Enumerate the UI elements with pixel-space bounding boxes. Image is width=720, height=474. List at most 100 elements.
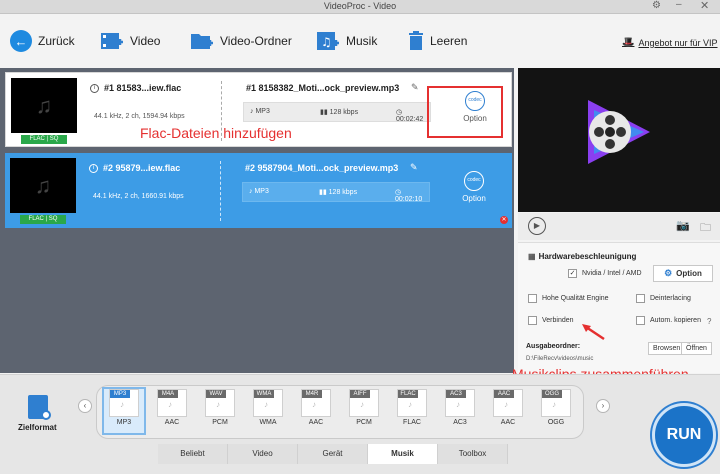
- annotation-arrow-icon: [582, 324, 605, 341]
- audio-file-icon: M4A ♪: [157, 389, 187, 417]
- vip-offer-label: Angebot nur für VIP: [638, 37, 718, 48]
- audio-file-icon: OGG ♪: [541, 389, 571, 417]
- clock-icon: ◷: [395, 189, 402, 196]
- settings-panel: ▦ Hardwarebeschleunigung ✓ Nvidia / Intel…: [518, 242, 720, 373]
- music-thumbnail: ♫: [11, 78, 77, 133]
- hw-vendor-checkbox[interactable]: ✓ Nvidia / Intel / AMD: [568, 269, 642, 278]
- chip-icon: ▦: [528, 252, 536, 261]
- back-button[interactable]: ← Zurück: [10, 29, 75, 53]
- vip-offer-link[interactable]: 🎩 Angebot nur für VIP: [622, 37, 718, 48]
- format-wav[interactable]: WAV ♪ PCM: [200, 389, 240, 433]
- music-note-icon: ♫: [35, 92, 53, 118]
- tab-toolbox[interactable]: Toolbox: [438, 444, 508, 464]
- bitrate-icon: ▮▮: [320, 109, 330, 116]
- back-label: Zurück: [38, 34, 75, 48]
- rename-pencil-icon[interactable]: ✎: [410, 162, 418, 173]
- remove-item-icon[interactable]: ✕: [500, 216, 508, 224]
- preview-panel: [518, 68, 720, 212]
- clear-button[interactable]: Leeren: [408, 29, 467, 53]
- format-mp3[interactable]: MP3 ♪ MP3: [102, 387, 146, 435]
- output-duration: ◷ 00:02:42: [396, 109, 424, 123]
- hw-option-button[interactable]: ⚙ Option: [653, 265, 713, 282]
- option-button[interactable]: codec Option: [442, 169, 506, 213]
- browse-button[interactable]: Browsen: [648, 342, 686, 355]
- audio-file-icon: WMA ♪: [253, 389, 283, 417]
- output-folder-label: Ausgabeordner:: [526, 343, 581, 350]
- format-ogg[interactable]: OGG ♪ OGG: [536, 389, 576, 433]
- target-format-label: Zielformat: [18, 423, 57, 432]
- tab-musik[interactable]: Musik: [368, 444, 438, 464]
- title-bar: VideoProc - Video ⚙ – ✕: [0, 0, 720, 14]
- folder-icon[interactable]: 🗀: [700, 219, 711, 238]
- play-icon[interactable]: ▶: [528, 217, 546, 235]
- audio-file-icon: MP3 ♪: [109, 389, 139, 417]
- output-folder-path: D:\FileRecv\videos\music: [526, 356, 594, 362]
- format-prev-button[interactable]: ‹: [78, 399, 92, 413]
- checkbox-checked-icon: ✓: [568, 269, 577, 278]
- settings-gear-icon[interactable]: ⚙: [652, 0, 661, 11]
- annotation-add-flac: Flac-Dateien hinzufügen: [140, 125, 292, 141]
- close-icon[interactable]: ✕: [700, 0, 709, 12]
- minimize-icon[interactable]: –: [676, 0, 682, 10]
- preview-controls: ▶ 📷 🗀: [518, 213, 720, 240]
- format-ac3[interactable]: AC3 ♪ AC3: [440, 389, 480, 433]
- camera-icon[interactable]: 📷: [676, 219, 690, 232]
- high-quality-checkbox[interactable]: Hohe Qualität Engine: [528, 294, 609, 303]
- tab-beliebt[interactable]: Beliebt: [158, 444, 228, 464]
- tab-video[interactable]: Video: [228, 444, 298, 464]
- target-format-icon[interactable]: [28, 395, 51, 420]
- bitrate-icon: ▮▮: [319, 189, 329, 196]
- deinterlacing-label: Deinterlacing: [650, 295, 691, 302]
- output-filename: #2 9587904_Moti...ock_preview.mp3: [245, 163, 399, 173]
- format-wma[interactable]: WMA ♪ WMA: [248, 389, 288, 433]
- deinterlacing-checkbox[interactable]: Deinterlacing: [636, 294, 691, 303]
- merge-checkbox[interactable]: Verbinden: [528, 316, 574, 325]
- rename-pencil-icon[interactable]: ✎: [411, 82, 419, 93]
- help-icon[interactable]: ?: [707, 317, 711, 326]
- add-video-label: Video: [130, 34, 161, 48]
- format-bar: Zielformat ‹ MP3 ♪ MP3 M4A ♪ AAC WAV ♪ PCM WMA ♪ WM…: [0, 374, 720, 474]
- format-flac[interactable]: FLAC ♪ FLAC: [392, 389, 432, 433]
- format-next-button[interactable]: ›: [596, 399, 610, 413]
- add-music-button[interactable]: ♫ Musik: [316, 29, 377, 53]
- run-button[interactable]: RUN: [652, 403, 716, 467]
- file-item-2[interactable]: ♫ FLAC | SQ i #2 95879...iew.flac 44.1 k…: [5, 153, 512, 228]
- quality-badge: FLAC | SQ: [20, 215, 66, 224]
- music-thumbnail: ♫: [10, 158, 76, 213]
- output-info-bar: ♪ MP3 ▮▮ 128 kbps ◷ 00:02:42: [243, 102, 431, 123]
- video-folder-icon: [191, 34, 213, 49]
- output-duration: ◷ 00:02:10: [395, 189, 423, 203]
- audio-file-icon: M4R ♪: [301, 389, 331, 417]
- add-video-button[interactable]: Video: [100, 29, 160, 53]
- output-bitrate: ▮▮ 128 kbps: [320, 109, 359, 116]
- toolbar: ← Zurück Video Video-Ordner ♫ Musik Leer…: [0, 15, 720, 67]
- audio-file-icon: WAV ♪: [205, 389, 235, 417]
- info-icon[interactable]: i: [90, 84, 99, 93]
- quality-badge: FLAC | SQ: [21, 135, 67, 144]
- output-format: ♪ MP3: [249, 188, 269, 195]
- audio-file-icon: AIFF ♪: [349, 389, 379, 417]
- add-music-label: Musik: [346, 34, 378, 48]
- videoproc-logo-icon: [588, 100, 650, 164]
- format-aac[interactable]: AAC ♪ AAC: [488, 389, 528, 433]
- open-button[interactable]: Öffnen: [681, 342, 712, 355]
- vip-hat-icon: 🎩: [622, 37, 635, 48]
- window-title: VideoProc - Video: [323, 1, 397, 11]
- source-filename: #1 81583...iew.flac: [104, 83, 182, 93]
- category-tabs: Beliebt Video Gerät Musik Toolbox: [158, 444, 508, 464]
- source-filename: #2 95879...iew.flac: [103, 163, 181, 173]
- tab-gerät[interactable]: Gerät: [298, 444, 368, 464]
- format-m4a[interactable]: M4A ♪ AAC: [152, 389, 192, 433]
- output-bitrate: ▮▮ 128 kbps: [319, 189, 358, 196]
- format-aiff[interactable]: AIFF ♪ PCM: [344, 389, 384, 433]
- add-video-folder-button[interactable]: Video-Ordner: [190, 29, 292, 53]
- output-filename: #1 8158382_Moti...ock_preview.mp3: [246, 83, 400, 93]
- gear-icon: ⚙: [664, 268, 673, 278]
- info-icon[interactable]: i: [89, 164, 98, 173]
- trash-icon: [409, 31, 423, 50]
- audio-file-icon: AC3 ♪: [445, 389, 475, 417]
- source-meta: 44.1 kHz, 2 ch, 1594.94 kbps: [94, 113, 185, 120]
- hw-vendor-label: Nvidia / Intel / AMD: [582, 270, 642, 277]
- format-m4r[interactable]: M4R ♪ AAC: [296, 389, 336, 433]
- auto-copy-checkbox[interactable]: Autom. kopieren: [636, 316, 701, 325]
